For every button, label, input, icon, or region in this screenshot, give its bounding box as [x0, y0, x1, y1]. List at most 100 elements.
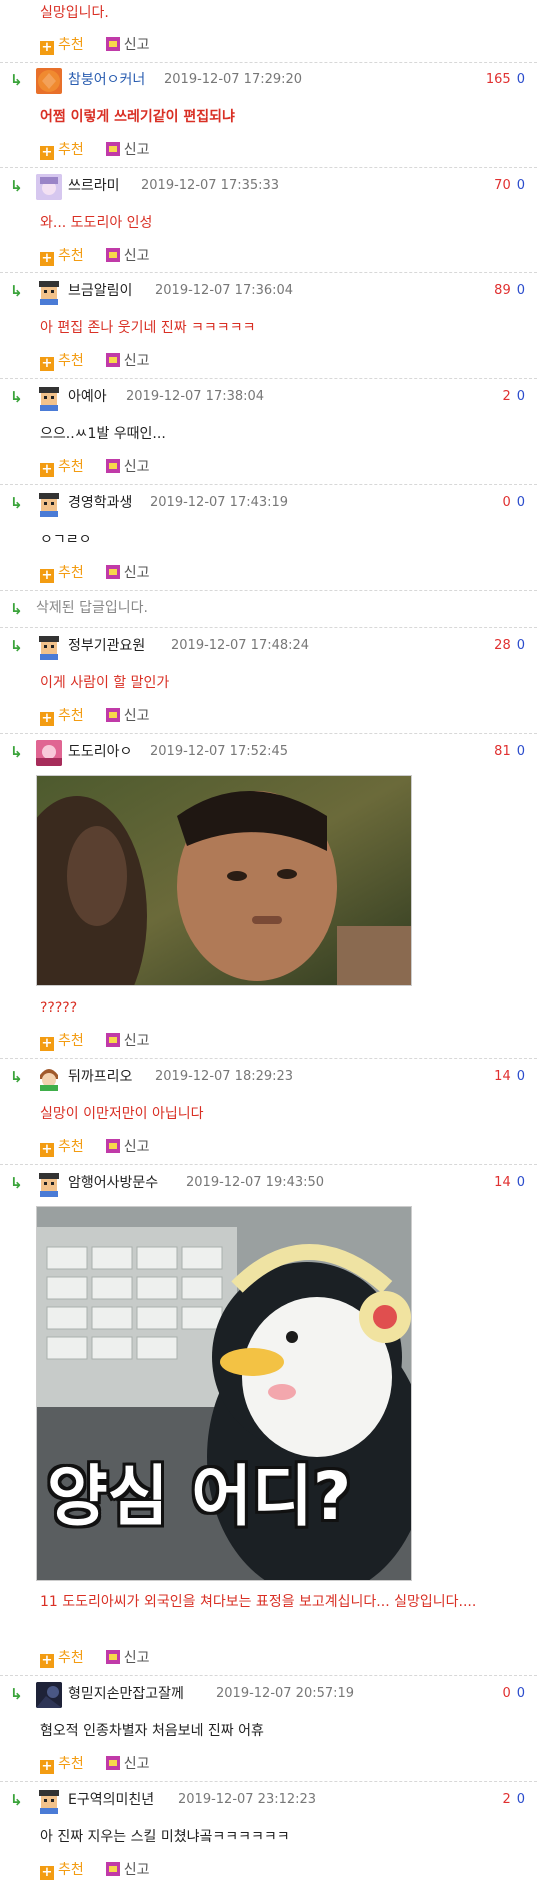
report-button[interactable]: 신고: [124, 353, 150, 369]
comment-nick[interactable]: 도도리아ㅇ: [68, 742, 132, 762]
plus-icon[interactable]: +: [40, 1037, 54, 1051]
plus-icon[interactable]: +: [40, 712, 54, 726]
comment-nick[interactable]: 쓰르라미: [68, 176, 120, 196]
report-icon[interactable]: [105, 1756, 120, 1770]
comment-actions: + 추천 신고: [40, 1860, 150, 1880]
report-icon[interactable]: [105, 1139, 120, 1153]
avatar[interactable]: [36, 279, 62, 305]
comment-nick[interactable]: E구역의미친년: [68, 1790, 154, 1810]
recommend-button[interactable]: 추천: [58, 1756, 84, 1772]
report-icon[interactable]: [105, 565, 120, 579]
recommend-button[interactable]: 추천: [58, 1862, 84, 1878]
plus-icon[interactable]: +: [40, 1760, 54, 1774]
recommend-button[interactable]: 추천: [58, 142, 84, 158]
avatar[interactable]: [36, 1682, 62, 1708]
comment-actions: + 추천 신고: [40, 35, 150, 55]
report-button[interactable]: 신고: [124, 37, 150, 53]
report-icon[interactable]: [105, 142, 120, 156]
comment-text: 와... 도도리아 인성: [40, 215, 153, 231]
report-icon[interactable]: [105, 1033, 120, 1047]
vote-counts: 14 0: [494, 1067, 525, 1087]
downvote-count: 0: [516, 1069, 525, 1084]
recommend-button[interactable]: 추천: [58, 565, 84, 581]
plus-icon[interactable]: +: [40, 146, 54, 160]
report-button[interactable]: 신고: [124, 708, 150, 724]
reply-arrow-icon: ↳: [10, 1174, 23, 1192]
recommend-button[interactable]: 추천: [58, 1650, 84, 1666]
report-icon[interactable]: [105, 1862, 120, 1876]
report-button[interactable]: 신고: [124, 1139, 150, 1155]
report-button[interactable]: 신고: [124, 1650, 150, 1666]
comment-nick[interactable]: 경영학과생: [68, 493, 132, 513]
reply-arrow-icon: ↳: [10, 494, 23, 512]
comment-actions: + 추천 신고: [40, 457, 150, 477]
vote-counts: 28 0: [494, 636, 525, 656]
recommend-button[interactable]: 추천: [58, 1139, 84, 1155]
report-button[interactable]: 신고: [124, 565, 150, 581]
comment-date: 2019-12-07 18:29:23: [155, 1069, 294, 1084]
plus-icon[interactable]: +: [40, 1654, 54, 1668]
avatar[interactable]: [36, 1065, 62, 1091]
avatar[interactable]: [36, 1788, 62, 1814]
avatar[interactable]: [36, 491, 62, 517]
report-button[interactable]: 신고: [124, 248, 150, 264]
upvote-count: 14: [494, 1175, 511, 1190]
plus-icon[interactable]: +: [40, 357, 54, 371]
reply-arrow-icon: ↳: [10, 1685, 23, 1703]
comment-nick[interactable]: 아예아: [68, 387, 107, 407]
plus-icon[interactable]: +: [40, 252, 54, 266]
vote-counts: 00: [502, 493, 525, 513]
comment-date: 2019-12-07 17:36:04: [155, 283, 294, 298]
comment-image[interactable]: 양심 어디?: [36, 1206, 412, 1581]
downvote-count: 0: [516, 1175, 525, 1190]
comment-text: 혐오적 인종차별자 처음보네 진짜 어휴: [40, 1723, 264, 1739]
report-button[interactable]: 신고: [124, 459, 150, 475]
plus-icon[interactable]: +: [40, 41, 54, 55]
recommend-button[interactable]: 추천: [58, 353, 84, 369]
recommend-button[interactable]: 추천: [58, 37, 84, 53]
comment-nick[interactable]: 정부기관요원: [68, 636, 145, 656]
comment-nick[interactable]: 암행어사방문수: [68, 1173, 158, 1193]
report-button[interactable]: 신고: [124, 142, 150, 158]
comment-date: 2019-12-07 17:29:20: [164, 72, 303, 87]
report-button[interactable]: 신고: [124, 1862, 150, 1878]
report-button[interactable]: 신고: [124, 1033, 150, 1049]
avatar[interactable]: [36, 385, 62, 411]
upvote-count: 2: [502, 389, 511, 404]
comment-actions: + 추천 신고: [40, 706, 150, 726]
comment-date: 2019-12-07 17:35:33: [141, 178, 280, 193]
reply-arrow-icon: ↳: [10, 177, 23, 195]
avatar[interactable]: [36, 174, 62, 200]
comment-nick[interactable]: 뒤까프리오: [68, 1067, 132, 1087]
reply-arrow-icon: ↳: [10, 1068, 23, 1086]
downvote-count: 0: [516, 72, 525, 87]
report-icon[interactable]: [105, 708, 120, 722]
recommend-button[interactable]: 추천: [58, 459, 84, 475]
recommend-button[interactable]: 추천: [58, 248, 84, 264]
comment-nick[interactable]: 브금알림이: [68, 281, 132, 301]
avatar[interactable]: [36, 740, 62, 766]
plus-icon[interactable]: +: [40, 463, 54, 477]
recommend-button[interactable]: 추천: [58, 1033, 84, 1049]
plus-icon[interactable]: +: [40, 569, 54, 583]
comment-text: 으으..ㅆ1발 우때인...: [40, 426, 166, 442]
comment-text: 이게 사람이 할 말인가: [40, 675, 170, 691]
comment-text: 실망이 이만저만이 아닙니다: [40, 1106, 204, 1122]
report-icon[interactable]: [105, 37, 120, 51]
avatar[interactable]: [36, 68, 62, 94]
plus-icon[interactable]: +: [40, 1143, 54, 1157]
avatar[interactable]: [36, 1171, 62, 1197]
report-icon[interactable]: [105, 459, 120, 473]
comment-nick[interactable]: 참붕어ㅇ커너: [68, 70, 145, 90]
plus-icon[interactable]: +: [40, 1866, 54, 1880]
comment-date: 2019-12-07 17:52:45: [150, 744, 289, 759]
reply-arrow-icon: ↳: [10, 1791, 23, 1809]
comment-nick[interactable]: 형믿지손만잡고잘께: [68, 1684, 184, 1704]
recommend-button[interactable]: 추천: [58, 708, 84, 724]
report-icon[interactable]: [105, 353, 120, 367]
report-icon[interactable]: [105, 248, 120, 262]
comment-image[interactable]: [36, 775, 412, 986]
avatar[interactable]: [36, 634, 62, 660]
report-button[interactable]: 신고: [124, 1756, 150, 1772]
report-icon[interactable]: [105, 1650, 120, 1664]
